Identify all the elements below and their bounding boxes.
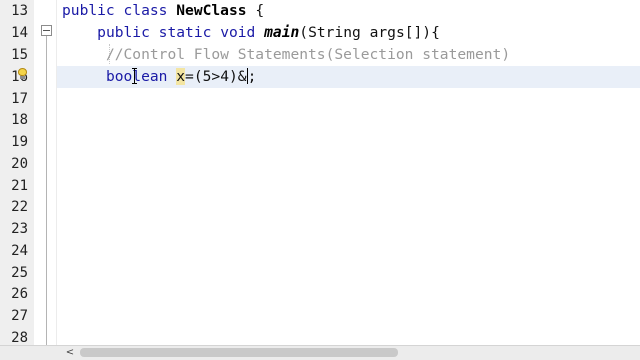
line-number: 23 [11,221,28,237]
line-number: 20 [11,156,28,172]
keyword-class: class [123,2,168,19]
lightbulb-hint-icon[interactable] [18,68,27,79]
variable-x-highlight: x [176,68,186,85]
code-editor[interactable]: 13 14 15 16 17 18 19 20 21 22 23 24 25 2… [0,0,640,360]
line-number: 19 [11,134,28,150]
class-name: NewClass [176,2,247,19]
line-number: 21 [11,178,28,194]
keyword-public: public [62,2,115,19]
line-number: 13 [11,3,28,19]
code-line-14[interactable]: public static void main(String args[]){ [62,22,640,44]
line-number: 25 [11,265,28,281]
method-name: main [264,24,300,41]
code-line-13[interactable]: public class NewClass { [62,0,640,22]
fold-guide-line [46,36,47,346]
line-number: 22 [11,199,28,215]
scrollbar-thumb[interactable] [80,348,398,357]
open-brace: { [255,2,265,19]
line-number: 26 [11,286,28,302]
code-comment: //Control Flow Statements(Selection stat… [105,46,511,63]
statement-terminator: ; [247,68,257,85]
method-params: (String args[]){ [299,24,440,41]
line-number: 15 [11,47,28,63]
line-number: 14 [11,25,28,41]
line-number: 27 [11,308,28,324]
line-number: 17 [11,91,28,107]
line-number-gutter: 13 14 15 16 17 18 19 20 21 22 23 24 25 2… [0,0,35,346]
line-number: 18 [11,112,28,128]
keyword-static: static [158,24,212,41]
keyword-void: void [220,24,256,41]
scroll-left-arrow-icon[interactable]: < [63,346,77,360]
horizontal-scrollbar[interactable]: < [0,345,640,360]
line-number: 24 [11,243,28,259]
code-line-15[interactable]: //Control Flow Statements(Selection stat… [62,44,640,66]
keyword-public: public [97,24,150,41]
fold-collapse-icon[interactable] [41,25,52,36]
text-cursor-ibeam-icon [132,68,137,84]
expression-text: =(5>4)& [185,68,247,85]
code-line-16-current[interactable]: boolean x=(5>4)&; [57,66,640,88]
